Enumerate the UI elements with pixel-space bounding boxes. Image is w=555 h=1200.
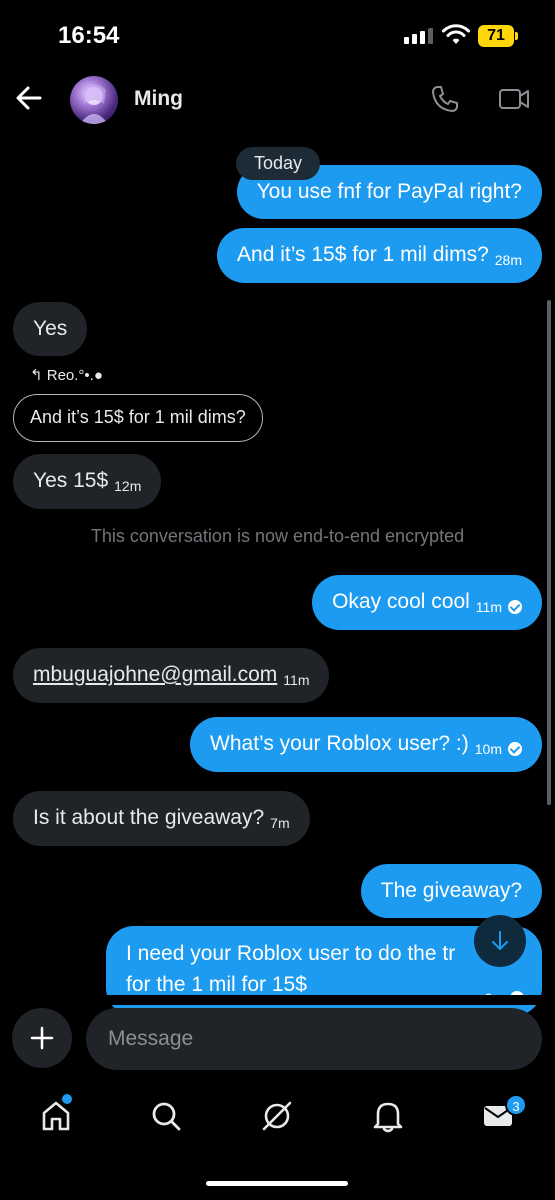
message-input[interactable] (86, 1008, 542, 1070)
grok-icon (262, 1101, 292, 1131)
scroll-to-bottom-button[interactable] (474, 915, 526, 967)
avatar[interactable] (70, 76, 118, 124)
message-bubble-incoming[interactable]: Yes (13, 302, 88, 356)
home-icon (42, 1101, 70, 1131)
message-text: Is it about the giveaway? (33, 806, 265, 829)
message-time: 28m (494, 252, 522, 268)
read-receipt-icon (508, 600, 522, 614)
nav-search[interactable] (146, 1096, 186, 1136)
reply-to-label: Reo.°•.● (46, 367, 103, 384)
message-time: 11m (475, 599, 502, 615)
nav-grok[interactable] (257, 1096, 297, 1136)
encryption-notice: This conversation is now end-to-end encr… (90, 526, 465, 546)
wifi-icon (442, 24, 470, 44)
message-time: 7m (270, 815, 290, 831)
reply-context: ↰ Reo.°•.● (30, 366, 103, 384)
scrollbar[interactable] (547, 300, 551, 805)
plus-icon (30, 1026, 54, 1050)
email-link[interactable]: mbuguajohne@gmail.com (33, 663, 277, 686)
video-call-icon[interactable] (498, 86, 530, 112)
message-bubble-incoming[interactable]: mbuguajohne@gmail.com 11m (13, 648, 330, 703)
cellular-signal-icon (404, 28, 433, 44)
message-bubble-outgoing[interactable]: The giveaway? (360, 864, 542, 918)
search-icon (152, 1102, 181, 1131)
phone-icon[interactable] (430, 84, 460, 114)
composer-divider (0, 995, 555, 1005)
back-arrow-icon[interactable] (14, 84, 44, 112)
nav-notifications[interactable] (368, 1096, 408, 1136)
reply-arrow-icon: ↰ (30, 367, 43, 384)
message-text: What’s your Roblox user? :) (210, 732, 469, 755)
bell-icon (373, 1102, 403, 1133)
messages-badge: 3 (505, 1094, 527, 1116)
message-bubble-outgoing[interactable]: Okay cool cool 11m (312, 575, 542, 630)
read-receipt-icon (508, 742, 522, 756)
home-notification-dot (62, 1094, 72, 1104)
message-text-line: I need your Roblox user to do the tr (126, 942, 456, 965)
status-time: 16:54 (58, 22, 120, 49)
add-attachment-button[interactable] (12, 1008, 72, 1068)
message-text: Yes 15$ (33, 469, 109, 492)
battery-indicator: 71 (478, 25, 514, 47)
message-text: Okay cool cool (332, 590, 470, 613)
message-text: You use fnf for PayPal right? (256, 180, 522, 203)
message-time: 11m (283, 672, 310, 688)
contact-name[interactable]: Ming (134, 87, 183, 111)
message-bubble-outgoing[interactable]: What’s your Roblox user? :) 10m (190, 717, 542, 772)
date-divider: Today (236, 147, 320, 180)
message-text: And it’s 15$ for 1 mil dims? (237, 243, 489, 266)
home-indicator (206, 1181, 348, 1186)
message-time: 10m (474, 741, 502, 757)
battery-tip (515, 32, 518, 40)
message-bubble-incoming[interactable]: Yes 15$ 12m (13, 454, 162, 509)
message-text: Yes (33, 317, 68, 340)
message-bubble-outgoing[interactable]: And it’s 15$ for 1 mil dims? 28m (217, 228, 542, 283)
quoted-message[interactable]: And it’s 15$ for 1 mil dims? (13, 394, 263, 442)
arrow-down-icon (492, 931, 508, 950)
message-bubble-incoming[interactable]: Is it about the giveaway? 7m (13, 791, 310, 846)
message-text: The giveaway? (380, 879, 522, 902)
message-time: 12m (114, 478, 142, 494)
